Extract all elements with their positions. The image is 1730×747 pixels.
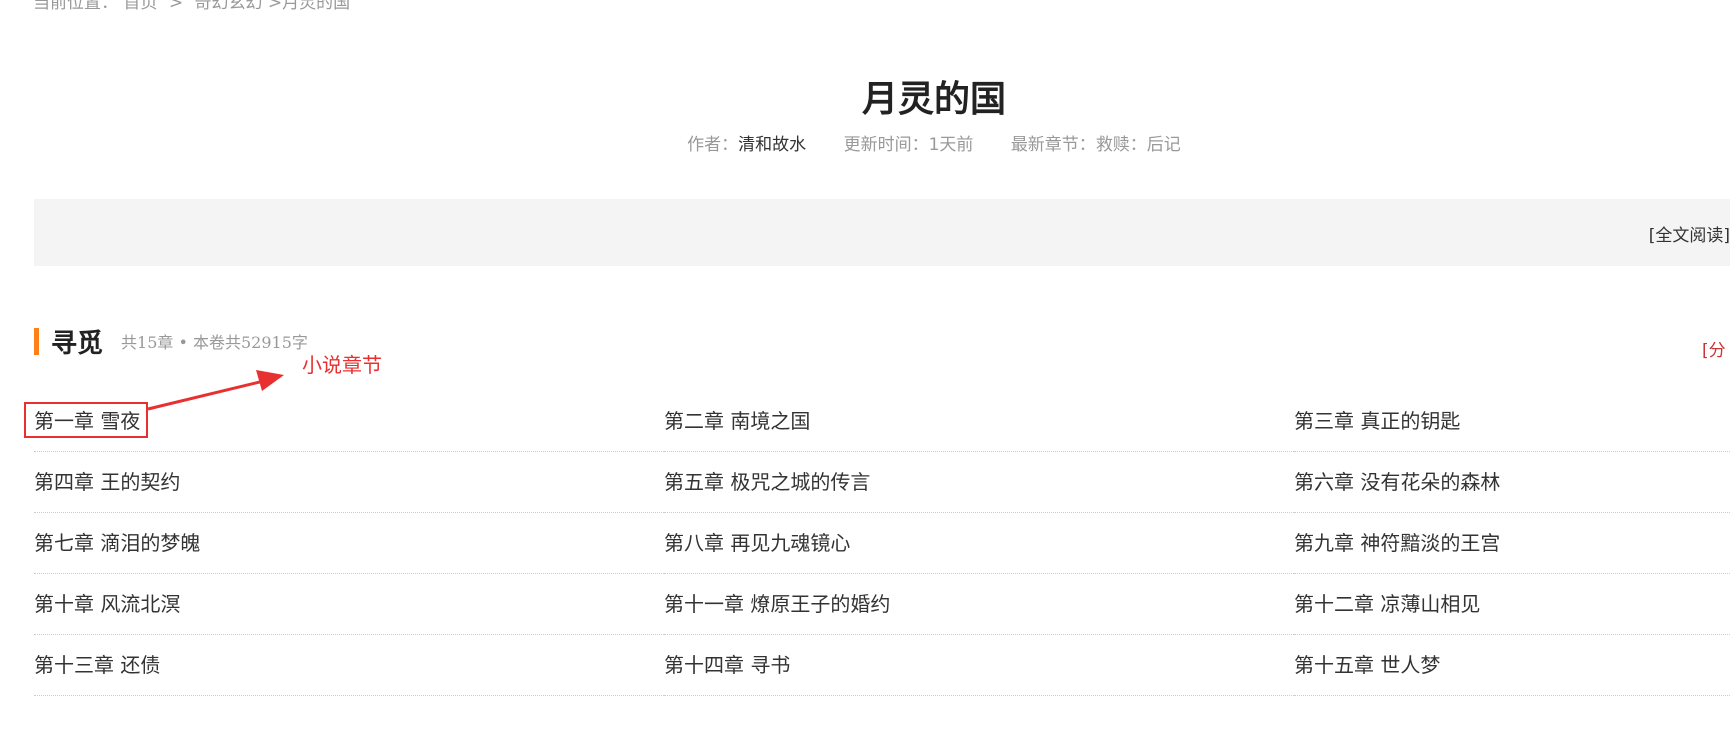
- book-meta: 作者：清和故水 更新时间：1天前 最新章节：救赎：后记: [0, 130, 1730, 155]
- breadcrumb-category-link[interactable]: 奇幻玄幻: [194, 0, 262, 13]
- book-title: 月灵的国: [861, 79, 1006, 120]
- breadcrumb-current: >月灵的国: [267, 0, 351, 13]
- breadcrumb: 当前位置： 首页 > 奇幻玄幻 >月灵的国: [33, 0, 350, 13]
- chapter-link-11[interactable]: 第十一章 燎原王子的婚约: [664, 574, 1294, 635]
- breadcrumb-home-link[interactable]: 首页: [123, 0, 157, 13]
- updated-meta: 更新时间：1天前: [844, 135, 979, 155]
- volume-header: 寻觅 共15章 • 本卷共52915字: [34, 326, 308, 359]
- updated-value: 1天前: [928, 135, 974, 155]
- chapter-list: 第一章 雪夜 第二章 南境之国 第三章 真正的钥匙 第四章 王的契约 第五章 极…: [34, 391, 1730, 696]
- annotation-label: 小说章节: [302, 353, 382, 377]
- annotation-highlight-box: [24, 402, 148, 438]
- chapter-link-6[interactable]: 第六章 没有花朵的森林: [1294, 452, 1730, 513]
- chapter-link-7[interactable]: 第七章 滴泪的梦魄: [34, 513, 664, 574]
- chapter-link-15[interactable]: 第十五章 世人梦: [1294, 635, 1730, 696]
- volume-marker: [34, 327, 39, 355]
- chapter-link-9[interactable]: 第九章 神符黯淡的王宫: [1294, 513, 1730, 574]
- author-label: 作者：: [687, 135, 739, 155]
- latest-chapter-link[interactable]: 救赎：后记: [1096, 135, 1181, 155]
- chapter-link-8[interactable]: 第八章 再见九魂镜心: [664, 513, 1294, 574]
- chapter-link-2[interactable]: 第二章 南境之国: [664, 391, 1294, 452]
- chapter-link-3[interactable]: 第三章 真正的钥匙: [1294, 391, 1730, 452]
- breadcrumb-prefix: 当前位置：: [33, 0, 118, 13]
- author-meta: 作者：清和故水: [687, 135, 811, 155]
- volume-title: 寻觅: [51, 328, 104, 359]
- chapter-link-4[interactable]: 第四章 王的契约: [34, 452, 664, 513]
- action-bar: [全文阅读]: [34, 199, 1730, 266]
- updated-label: 更新时间：: [843, 135, 929, 155]
- chapter-link-13[interactable]: 第十三章 还债: [34, 635, 664, 696]
- chapter-link-10[interactable]: 第十章 风流北溟: [34, 574, 664, 635]
- volume-sort-link[interactable]: [分: [1702, 336, 1726, 361]
- chapter-link-5[interactable]: 第五章 极咒之城的传言: [664, 452, 1294, 513]
- volume-info: 共15章 • 本卷共52915字: [121, 333, 308, 352]
- full-read-link[interactable]: [全文阅读]: [1649, 221, 1730, 246]
- author-link[interactable]: 清和故水: [738, 135, 806, 155]
- chapter-link-14[interactable]: 第十四章 寻书: [664, 635, 1294, 696]
- latest-chapter-label: 最新章节：: [1010, 135, 1096, 155]
- breadcrumb-separator: >: [168, 0, 184, 13]
- chapter-link-12[interactable]: 第十二章 凉薄山相见: [1294, 574, 1730, 635]
- latest-chapter-meta: 最新章节：救赎：后记: [1011, 135, 1181, 155]
